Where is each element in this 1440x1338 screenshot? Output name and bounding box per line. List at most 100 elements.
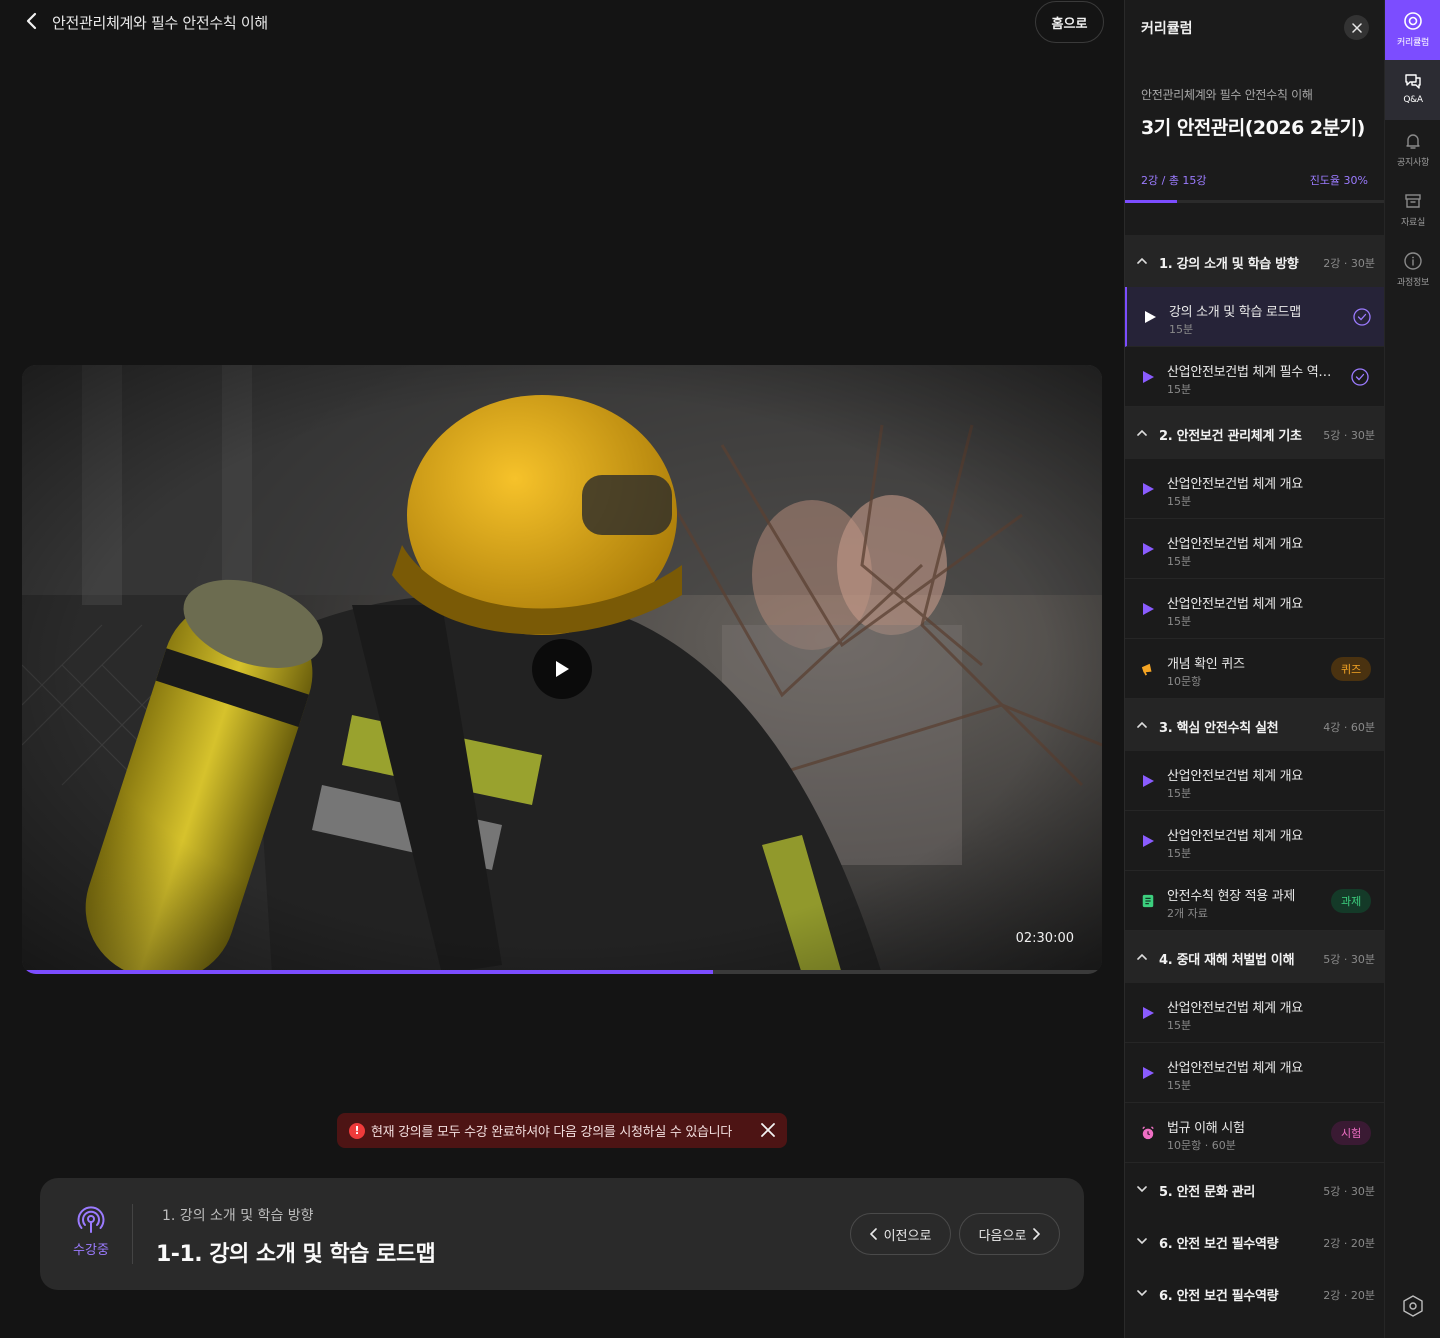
curriculum-item[interactable]: 법규 이해 시험 10문항 · 60분 시험 — [1125, 1103, 1384, 1163]
item-subtitle: 15분 — [1167, 615, 1192, 628]
curriculum-section[interactable]: 4. 중대 재해 처벌법 이해 5강 · 30분 — [1125, 931, 1384, 983]
curriculum-section[interactable]: 2. 안전보건 관리체계 기초 5강 · 30분 — [1125, 407, 1384, 459]
curriculum-item[interactable]: 개념 확인 퀴즈 10문항 퀴즈 — [1125, 639, 1384, 699]
toast-close-button[interactable] — [759, 1121, 777, 1139]
rail-archive[interactable]: 자료실 — [1385, 180, 1440, 240]
chevron-down-icon — [1137, 1186, 1147, 1193]
play-icon — [1143, 543, 1154, 555]
rail-label: 과정정보 — [1397, 278, 1429, 288]
chat-bubbles-icon — [1405, 74, 1421, 89]
next-label: 다음으로 — [978, 1228, 1027, 1244]
player-main: 안전관리체계와 필수 안전수칙 이해 홈으로 02:30:00 ! 현재 강의를… — [0, 0, 1124, 1338]
item-title: 강의 소개 및 학습 로드맵 — [1169, 305, 1301, 320]
close-icon — [761, 1123, 775, 1137]
chevron-up-icon — [1137, 953, 1147, 960]
play-icon — [1143, 483, 1154, 495]
prev-button[interactable]: 이전으로 — [850, 1213, 951, 1255]
check-circle-icon — [1351, 368, 1369, 386]
status-label: 수강중 — [73, 1243, 109, 1258]
item-subtitle: 15분 — [1167, 1079, 1192, 1092]
sidebar-course-name: 안전관리체계와 필수 안전수칙 이해 — [1141, 88, 1313, 102]
check-circle-icon — [1353, 308, 1371, 326]
lesson-section-title: 1. 강의 소개 및 학습 방향 — [162, 1208, 314, 1224]
curriculum-item[interactable]: 산업안전보건법 체계 개요 15분 — [1125, 579, 1384, 639]
course-progress-bar — [1125, 200, 1384, 203]
chevron-left-icon — [26, 12, 37, 30]
alarm-clock-icon — [1142, 1126, 1154, 1140]
settings-hexagon-icon[interactable] — [1403, 1295, 1423, 1317]
rail-notice[interactable]: 공지사항 — [1385, 120, 1440, 180]
item-title: 개념 확인 퀴즈 — [1167, 657, 1245, 672]
toast-message: 현재 강의를 모두 수강 완료하셔야 다음 강의를 시청하실 수 있습니다 — [371, 1125, 732, 1140]
play-icon — [1143, 1007, 1154, 1019]
curriculum-item[interactable]: 강의 소개 및 학습 로드맵 15분 — [1125, 287, 1384, 347]
curriculum-item[interactable]: 산업안전보건법 체계 개요 15분 — [1125, 811, 1384, 871]
chevron-up-icon — [1137, 721, 1147, 728]
curriculum-section[interactable]: 1. 강의 소개 및 학습 방향 2강 · 30분 — [1125, 235, 1384, 287]
section-title: 3. 핵심 안전수칙 실천 — [1159, 721, 1279, 736]
progress-rate: 진도율 30% — [1309, 174, 1368, 187]
home-button[interactable]: 홈으로 — [1035, 1, 1104, 43]
rail-label: 공지사항 — [1397, 158, 1429, 168]
chevron-left-icon — [869, 1228, 877, 1240]
play-icon — [1145, 311, 1156, 323]
curriculum-item[interactable]: 산업안전보건법 체계 개요 15분 — [1125, 519, 1384, 579]
rail-curriculum[interactable]: 커리큘럼 — [1385, 0, 1440, 60]
right-rail: 커리큘럼 Q&A 공지사항 자료실 과정정보 — [1384, 0, 1440, 1338]
watching-status: 수강중 — [68, 1206, 114, 1258]
item-title: 산업안전보건법 체계 개요 — [1167, 597, 1303, 612]
back-button[interactable] — [22, 10, 42, 32]
broadcast-icon — [77, 1206, 105, 1233]
curriculum-section[interactable]: 6. 안전 보건 필수역량 2강 · 20분 — [1125, 1267, 1384, 1319]
item-subtitle: 15분 — [1167, 383, 1192, 396]
rail-qa[interactable]: Q&A — [1385, 60, 1440, 120]
section-meta: 2강 · 30분 — [1323, 257, 1375, 270]
section-meta: 5강 · 30분 — [1323, 1185, 1375, 1198]
item-title: 산업안전보건법 체계 개요 — [1167, 477, 1303, 492]
rail-course-info[interactable]: 과정정보 — [1385, 240, 1440, 300]
section-meta: 2강 · 20분 — [1323, 1289, 1375, 1302]
item-title: 산업안전보건법 체계 개요 — [1167, 829, 1303, 844]
curriculum-section[interactable]: 3. 핵심 안전수칙 실천 4강 · 60분 — [1125, 699, 1384, 751]
chevron-up-icon — [1137, 257, 1147, 264]
item-subtitle: 15분 — [1167, 495, 1192, 508]
chevron-down-icon — [1137, 1238, 1147, 1245]
rail-label: 커리큘럼 — [1397, 38, 1429, 48]
curriculum-icon — [1404, 12, 1422, 30]
curriculum-item[interactable]: 산업안전보건법 체계 개요 15분 — [1125, 459, 1384, 519]
video-progress-bar[interactable] — [22, 970, 1102, 974]
page-title: 안전관리체계와 필수 안전수칙 이해 — [52, 14, 268, 32]
video-player[interactable]: 02:30:00 — [22, 365, 1102, 974]
lesson-title: 1-1. 강의 소개 및 학습 로드맵 — [156, 1242, 436, 1267]
curriculum-section[interactable]: 6. 안전 보건 필수역량 2강 · 20분 — [1125, 1215, 1384, 1267]
alert-icon: ! — [349, 1122, 365, 1139]
rail-label: 자료실 — [1401, 218, 1425, 228]
item-title: 산업안전보건법 체계 개요 — [1167, 537, 1303, 552]
bell-icon — [1406, 134, 1420, 149]
current-lesson-card: 수강중 1. 강의 소개 및 학습 방향 1-1. 강의 소개 및 학습 로드맵… — [40, 1178, 1084, 1290]
notebook-icon — [1142, 894, 1154, 908]
curriculum-item[interactable]: 산업안전보건법 체계 필수 역량 이해 15분 — [1125, 347, 1384, 407]
item-subtitle: 10문항 · 60분 — [1167, 1139, 1236, 1152]
play-button[interactable] — [532, 639, 592, 699]
next-button[interactable]: 다음으로 — [959, 1213, 1060, 1255]
chevron-up-icon — [1137, 429, 1147, 436]
course-progress-fill — [1125, 200, 1177, 203]
chevron-down-icon — [1137, 1290, 1147, 1297]
sidebar-close-button[interactable] — [1344, 15, 1369, 40]
close-icon — [1351, 22, 1362, 33]
sidebar-title: 커리큘럼 — [1141, 21, 1193, 37]
play-icon — [1143, 371, 1154, 383]
curriculum-item[interactable]: 산업안전보건법 체계 개요 15분 — [1125, 751, 1384, 811]
section-meta: 2강 · 20분 — [1323, 1237, 1375, 1250]
prev-label: 이전으로 — [883, 1228, 932, 1244]
item-subtitle: 2개 자료 — [1167, 907, 1208, 920]
curriculum-item[interactable]: 산업안전보건법 체계 개요 15분 — [1125, 983, 1384, 1043]
megaphone-icon — [1141, 663, 1152, 676]
item-subtitle: 15분 — [1167, 847, 1192, 860]
video-progress-fill — [22, 970, 714, 974]
curriculum-item[interactable]: 안전수칙 현장 적용 과제 2개 자료 과제 — [1125, 871, 1384, 931]
curriculum-item[interactable]: 산업안전보건법 체계 개요 15분 — [1125, 1043, 1384, 1103]
curriculum-section[interactable]: 5. 안전 문화 관리 5강 · 30분 — [1125, 1163, 1384, 1215]
item-title: 산업안전보건법 체계 필수 역량 이해 — [1167, 365, 1337, 380]
